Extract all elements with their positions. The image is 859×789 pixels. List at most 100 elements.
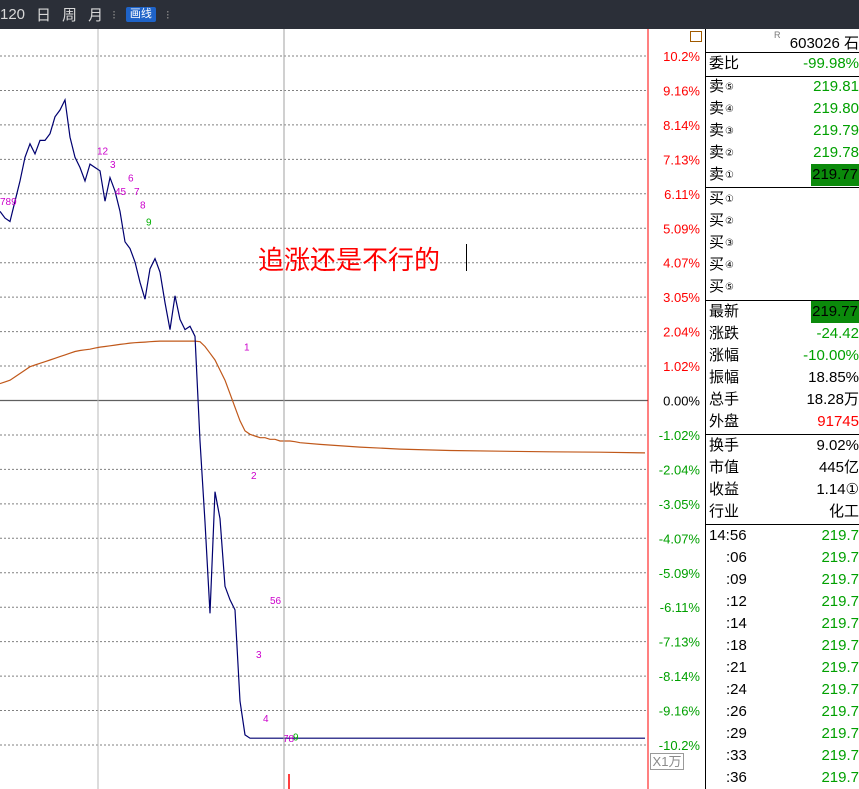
level-number: ⑤ [725,82,734,93]
y-tick-label: 3.05% [663,290,700,305]
level-number: ① [725,170,734,181]
tick-time: :36 [726,769,747,786]
trade-marker-label: 789 [0,197,17,208]
tick-time: :14 [726,615,747,632]
stat-row: 总手 18.28万 [706,389,859,411]
ask-label: 卖① [709,166,734,183]
tick-price: 219.7 [821,549,859,566]
bid-row: 买② [706,210,859,232]
tick-row: :21 219.7 [706,657,859,679]
weibi-value: -99.98% [803,55,859,72]
trade-marker-label: 45 [115,187,127,198]
info-label: 行业 [709,503,740,520]
chart-option-box[interactable] [690,31,702,42]
stat-row: 振幅 18.85% [706,367,859,389]
period-week-tab[interactable]: 周 [62,4,77,25]
stat-label: 最新 [709,303,740,320]
level-number: ⑤ [725,282,734,293]
stat-value: -10.00% [803,347,859,364]
tick-row: :09 219.7 [706,569,859,591]
y-tick-label: 5.09% [663,221,700,236]
tick-price: 219.7 [821,769,859,786]
tick-price: 219.7 [821,703,859,720]
info-label: 收益 [709,481,740,498]
y-tick-label: -5.09% [659,566,701,581]
draw-line-button[interactable]: 画线 [125,7,156,22]
y-tick-label: 10.2% [663,49,700,64]
tick-price: 219.7 [821,615,859,632]
trade-marker-label: 7 [134,187,140,198]
y-tick-label: 9.16% [663,83,700,98]
bid-label: 买⑤ [709,278,734,295]
level-number: ③ [725,238,734,249]
average-price-line [0,340,646,454]
y-tick-label: 8.14% [663,118,700,133]
period-120-tab[interactable]: 120 [0,6,25,23]
tick-time: :33 [726,747,747,764]
tick-time: :12 [726,593,747,610]
trade-marker-label: 9 [146,217,152,228]
info-row: 市值 445亿 [706,457,859,479]
trade-markers: 789123645 789125634789 [0,147,299,746]
ask-row: 卖① 219.77 [706,164,859,186]
y-axis-labels: 10.2% 9.16% 8.14% 7.13% 6.11% 5.09% 4.07% 3.05%… [659,49,701,753]
tick-price: 219.7 [821,681,859,698]
bid-row: 买③ [706,232,859,254]
tick-time: :24 [726,681,747,698]
level-number: ③ [725,126,734,137]
ask-row: 卖② 219.78 [706,142,859,164]
y-tick-label: -1.02% [659,428,701,443]
chart-annotation-text[interactable]: 追涨还是不行的 [258,240,440,277]
weibi-row: 委比 -99.98% [706,53,859,75]
weibi-label: 委比 [709,55,740,72]
stat-value: 219.77 [811,301,859,323]
text-caret [466,244,467,271]
tick-time: :06 [726,549,747,566]
stat-row: 最新 219.77 [706,301,859,323]
stat-label: 总手 [709,391,740,408]
tick-price: 219.7 [821,637,859,654]
tick-price: 219.7 [821,593,859,610]
y-tick-label: -10.2% [659,738,701,753]
ask-label: 卖② [709,144,734,161]
ask-row: 卖⑤ 219.81 [706,76,859,98]
tick-price: 219.7 [821,725,859,742]
period-toolbar: 120 日 周 月 ⁝ 画线 ⁝ [0,0,859,29]
trade-marker-label: 4 [263,714,269,725]
volume-scale-button[interactable]: X1万 [650,753,684,770]
y-tick-label: -3.05% [659,497,701,512]
stat-value: 18.85% [808,369,859,386]
tick-row: :36 219.7 [706,767,859,789]
y-tick-label: -9.16% [659,704,701,719]
trade-marker-label: 2 [251,471,257,482]
y-tick-label: 2.04% [663,325,700,340]
ask-row: 卖③ 219.79 [706,120,859,142]
tick-row: :12 219.7 [706,591,859,613]
tick-time: :26 [726,703,747,720]
tick-time: 14:56 [709,527,747,544]
period-month-tab[interactable]: 月 [88,4,103,25]
stat-row: 涨跌 -24.42 [706,323,859,345]
y-tick-label: -7.13% [659,635,701,650]
tick-row: 14:56 219.7 [706,525,859,547]
y-tick-label: 6.11% [664,187,700,202]
trade-marker-label: 9 [293,733,299,744]
stat-value: 18.28万 [806,391,859,408]
stat-label: 外盘 [709,413,740,430]
toolbar-separator: ⁝ [112,7,116,22]
period-day-tab[interactable]: 日 [36,4,51,25]
ask-label: 卖⑤ [709,78,734,95]
stat-value: -24.42 [816,325,859,342]
intraday-chart[interactable]: 10.2% 9.16% 8.14% 7.13% 6.11% 5.09% 4.07% 3.05%… [0,29,705,789]
ask-price: 219.81 [813,78,859,95]
trade-marker-label: 12 [97,147,109,158]
y-tick-label: 1.02% [663,359,700,374]
y-tick-label: 7.13% [663,152,700,167]
tick-time: :21 [726,659,747,676]
tick-row: :06 219.7 [706,547,859,569]
bid-row: 买④ [706,254,859,276]
stock-code[interactable]: 603026 石 [790,32,859,53]
stat-label: 涨跌 [709,325,740,342]
trade-marker-label: 6 [128,174,134,185]
ask-price: 219.78 [813,144,859,161]
